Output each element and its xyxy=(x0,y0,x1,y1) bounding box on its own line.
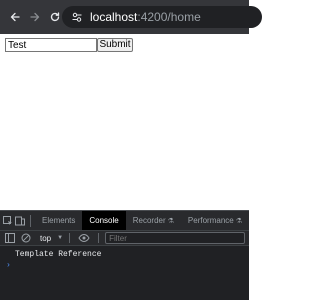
toolbar-separator xyxy=(69,233,71,243)
back-button[interactable] xyxy=(5,0,25,34)
tab-performance-label: Performance xyxy=(187,216,234,225)
submit-button[interactable]: Submit xyxy=(97,38,133,52)
context-label: top xyxy=(40,233,52,243)
dropdown-arrow-icon: ▼ xyxy=(57,235,64,241)
recorder-flask-icon: ⚗ xyxy=(167,217,174,225)
context-selector[interactable]: top ▼ xyxy=(40,234,63,243)
tab-recorder-label: Recorder xyxy=(132,216,166,225)
forward-arrow-icon xyxy=(30,12,40,22)
console-output: Template Reference › xyxy=(0,247,249,300)
url-host: localhost xyxy=(90,10,138,24)
inspect-element-icon[interactable] xyxy=(2,211,14,231)
page-content: Submit xyxy=(0,34,249,210)
address-bar[interactable]: localhost:4200/home xyxy=(62,6,262,28)
text-input[interactable] xyxy=(5,38,97,52)
tab-performance[interactable]: Performance ⚗ xyxy=(181,211,249,231)
reload-icon xyxy=(50,12,60,22)
url-path: :4200/home xyxy=(137,10,201,24)
site-info-icon[interactable] xyxy=(70,10,84,24)
device-toolbar-icon[interactable] xyxy=(14,211,26,231)
devtools-panel: Elements Console Recorder ⚗ Performance ⚗ … xyxy=(0,210,249,300)
tab-elements[interactable]: Elements xyxy=(35,211,82,231)
live-expression-eye-icon[interactable] xyxy=(76,230,92,246)
sidebar-toggle-icon[interactable] xyxy=(2,230,18,246)
filter-input[interactable] xyxy=(105,232,246,244)
devtools-tab-bar: Elements Console Recorder ⚗ Performance ⚗ xyxy=(0,210,249,231)
back-arrow-icon xyxy=(10,12,20,22)
console-log-message: Template Reference xyxy=(15,250,102,259)
clear-console-icon[interactable] xyxy=(18,230,34,246)
console-prompt[interactable]: › xyxy=(6,261,11,270)
tab-console[interactable]: Console xyxy=(82,210,126,231)
tab-recorder[interactable]: Recorder ⚗ xyxy=(126,211,181,231)
url-text: localhost:4200/home xyxy=(90,10,201,24)
toolbar-separator xyxy=(98,233,100,243)
forward-button[interactable] xyxy=(25,0,45,34)
console-toolbar: top ▼ xyxy=(0,230,249,246)
browser-toolbar: localhost:4200/home xyxy=(0,0,262,34)
performance-flask-icon: ⚗ xyxy=(235,217,242,225)
tab-separator xyxy=(30,214,32,227)
